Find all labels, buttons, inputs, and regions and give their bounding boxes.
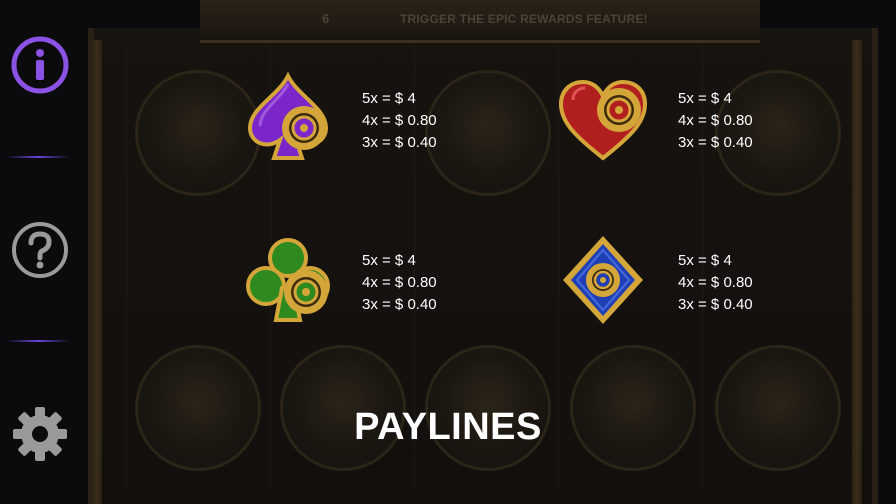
payout-4x: 4x = $ 0.80 [678,274,753,291]
payout-4x: 4x = $ 0.80 [362,274,437,291]
payout-3x: 3x = $ 0.40 [362,296,437,313]
payout-4x: 4x = $ 0.80 [678,112,753,129]
purple-spade-icon [247,71,329,160]
payout-5x: 5x = $ 4 [678,252,732,269]
payout-3x: 3x = $ 0.40 [678,134,753,151]
payout-5x: 5x = $ 4 [678,90,732,107]
payout-list: 5x = $ 4 4x = $ 0.80 3x = $ 0.40 [362,250,482,316]
help-button[interactable] [10,220,70,280]
info-button[interactable] [10,35,70,95]
payout-4x: 4x = $ 0.80 [362,112,437,129]
green-club-icon [246,238,330,322]
help-icon [12,222,68,278]
top-banner-text: TRIGGER THE EPIC REWARDS FEATURE! [400,12,648,26]
payout-list: 5x = $ 4 4x = $ 0.80 3x = $ 0.40 [362,88,482,154]
blue-diamond-icon [563,236,643,324]
payout-list: 5x = $ 4 4x = $ 0.80 3x = $ 0.40 [678,88,798,154]
sidebar-divider [6,156,70,158]
payout-list: 5x = $ 4 4x = $ 0.80 3x = $ 0.40 [678,250,798,316]
section-heading: PAYLINES [354,406,542,448]
payout-5x: 5x = $ 4 [362,252,416,269]
sidebar-divider [6,340,70,342]
top-counter: 6 [322,11,330,26]
payout-3x: 3x = $ 0.40 [678,296,753,313]
payout-3x: 3x = $ 0.40 [362,134,437,151]
info-icon [11,36,69,94]
payout-5x: 5x = $ 4 [362,90,416,107]
red-heart-icon [558,79,648,161]
